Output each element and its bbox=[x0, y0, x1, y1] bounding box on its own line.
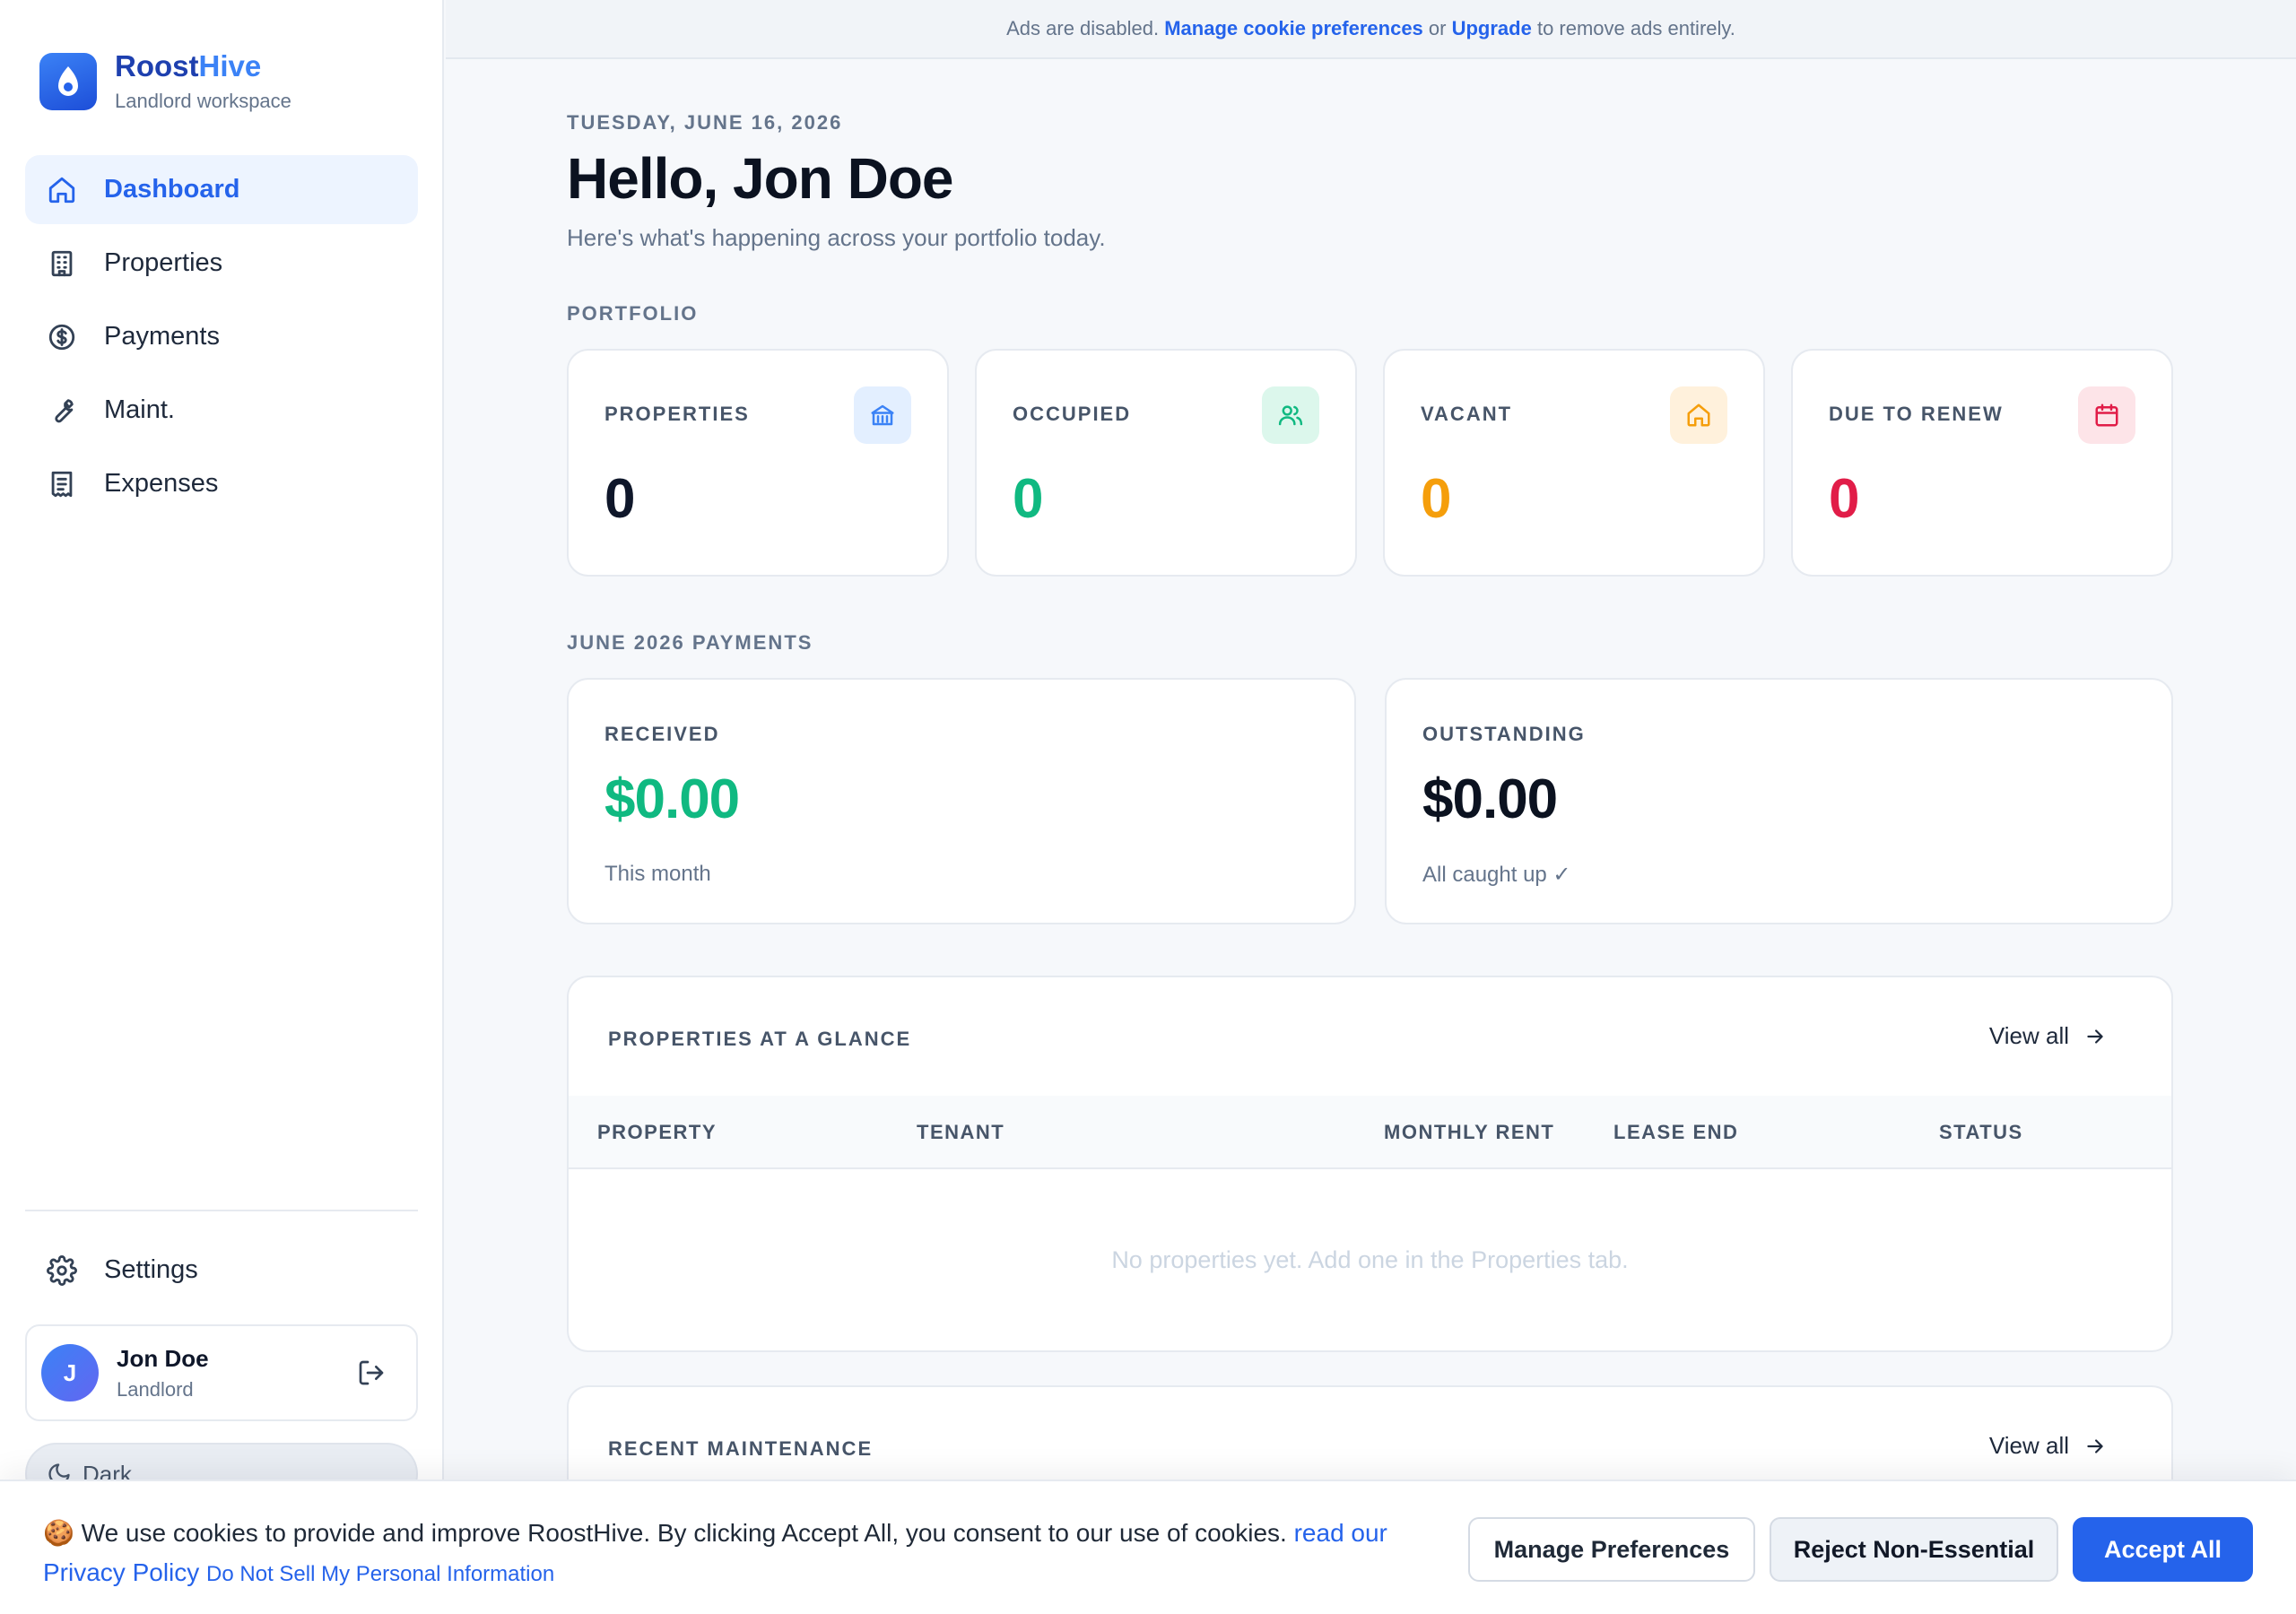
view-all-label: View all bbox=[1988, 1022, 2069, 1049]
user-name: Jon Doe bbox=[117, 1344, 209, 1372]
stat-value: 0 bbox=[604, 468, 636, 530]
sidebar-item-label: Settings bbox=[104, 1255, 198, 1284]
house-icon bbox=[1670, 386, 1727, 444]
view-all-properties-link[interactable]: View all bbox=[1989, 1022, 2107, 1050]
sidebar-item-label: Expenses bbox=[104, 469, 219, 498]
ad-banner-text: Ads are disabled. bbox=[1006, 17, 1165, 39]
stat-label: DUE TO RENEW bbox=[1829, 403, 2004, 425]
bank-icon bbox=[854, 386, 911, 444]
current-date: TUESDAY, JUNE 16, 2026 bbox=[567, 111, 843, 134]
arrow-right-icon bbox=[2087, 1438, 2103, 1453]
logout-icon bbox=[359, 1360, 384, 1385]
sidebar-item-dashboard[interactable]: Dashboard bbox=[25, 155, 418, 224]
sidebar-item-settings[interactable]: Settings bbox=[25, 1236, 418, 1305]
panel-title: PROPERTIES AT A GLANCE bbox=[608, 1028, 912, 1050]
ad-banner: Ads are disabled. Manage cookie preferen… bbox=[446, 0, 2296, 59]
sidebar-item-label: Payments bbox=[104, 322, 220, 351]
sidebar-item-label: Maint. bbox=[104, 395, 175, 424]
sidebar: RoostHive Landlord workspace Dashboard P… bbox=[0, 0, 444, 1614]
empty-state-message: No properties yet. Add one in the Proper… bbox=[1111, 1246, 1629, 1273]
manage-cookie-link[interactable]: Manage cookie preferences bbox=[1164, 17, 1423, 40]
stat-card-properties[interactable]: PROPERTIES 0 bbox=[567, 349, 949, 577]
calendar-icon bbox=[2078, 386, 2135, 444]
payment-value: $0.00 bbox=[604, 768, 740, 830]
avatar: J bbox=[41, 1344, 99, 1401]
sidebar-item-label: Dashboard bbox=[104, 175, 240, 204]
sidebar-item-maintenance[interactable]: Maint. bbox=[25, 376, 418, 445]
cookie-text: 🍪 We use cookies to provide and improve … bbox=[43, 1519, 1294, 1547]
view-all-label: View all bbox=[1988, 1432, 2069, 1459]
payment-note: This month bbox=[604, 862, 711, 886]
building-icon bbox=[51, 250, 73, 276]
panel-title: RECENT MAINTENANCE bbox=[608, 1437, 874, 1460]
sidebar-divider bbox=[25, 1210, 418, 1211]
user-card[interactable]: J Jon Doe Landlord bbox=[25, 1324, 418, 1421]
brand-name: RoostHive bbox=[115, 49, 262, 82]
stat-label: OCCUPIED bbox=[1013, 403, 1132, 425]
upgrade-link[interactable]: Upgrade bbox=[1452, 17, 1532, 40]
receipt-icon bbox=[51, 471, 73, 497]
payment-value: $0.00 bbox=[1422, 768, 1558, 830]
logout-button[interactable] bbox=[353, 1355, 389, 1391]
brand[interactable]: RoostHive Landlord workspace bbox=[39, 49, 291, 113]
properties-panel: PROPERTIES AT A GLANCE View all PROPERTY… bbox=[567, 976, 2173, 1352]
sidebar-item-label: Properties bbox=[104, 248, 223, 277]
dollar-circle-icon bbox=[48, 324, 75, 350]
home-icon bbox=[48, 177, 75, 203]
column-header-status[interactable]: STATUS bbox=[1939, 1121, 2023, 1144]
section-label-portfolio: PORTFOLIO bbox=[567, 302, 699, 325]
sidebar-item-properties[interactable]: Properties bbox=[25, 229, 418, 298]
table-header: PROPERTY TENANT MONTHLY RENT LEASE END S… bbox=[569, 1096, 2171, 1169]
brand-subtitle: Landlord workspace bbox=[115, 90, 291, 113]
stat-card-occupied[interactable]: OCCUPIED 0 bbox=[975, 349, 1357, 577]
stat-label: PROPERTIES bbox=[604, 403, 750, 425]
ad-banner-text: to remove ads entirely. bbox=[1531, 17, 1735, 39]
logo-icon bbox=[39, 53, 97, 111]
users-icon bbox=[1262, 386, 1319, 444]
stat-card-vacant[interactable]: VACANT 0 bbox=[1383, 349, 1765, 577]
reject-non-essential-button[interactable]: Reject Non-Essential bbox=[1770, 1517, 2058, 1582]
payment-note: All caught up ✓ bbox=[1422, 863, 1571, 887]
ad-banner-text: or bbox=[1422, 17, 1452, 39]
cookie-consent-bar: 🍪 We use cookies to provide and improve … bbox=[0, 1480, 2296, 1614]
manage-preferences-button[interactable]: Manage Preferences bbox=[1468, 1517, 1755, 1582]
arrow-right-icon bbox=[2087, 1028, 2103, 1044]
payment-card-received[interactable]: RECEIVED $0.00 This month bbox=[567, 678, 1356, 924]
gear-icon bbox=[47, 1254, 77, 1286]
stat-value: 0 bbox=[1013, 468, 1044, 530]
section-label-payments: JUNE 2026 PAYMENTS bbox=[567, 631, 813, 654]
stat-value: 0 bbox=[1421, 468, 1452, 530]
accept-all-button[interactable]: Accept All bbox=[2073, 1517, 2253, 1582]
payment-card-outstanding[interactable]: OUTSTANDING $0.00 All caught up ✓ bbox=[1385, 678, 2173, 924]
stat-value: 0 bbox=[1829, 468, 1860, 530]
view-all-maintenance-link[interactable]: View all bbox=[1989, 1432, 2107, 1460]
sidebar-item-payments[interactable]: Payments bbox=[25, 302, 418, 371]
sidebar-item-expenses[interactable]: Expenses bbox=[25, 449, 418, 518]
payment-label: RECEIVED bbox=[604, 723, 720, 745]
cookie-message: 🍪 We use cookies to provide and improve … bbox=[43, 1514, 1424, 1594]
payment-label: OUTSTANDING bbox=[1422, 723, 1586, 745]
page-subtitle: Here's what's happening across your port… bbox=[567, 224, 1106, 251]
sidebar-nav: Dashboard Properties Payments Maint. Exp… bbox=[25, 155, 418, 523]
user-role: Landlord bbox=[117, 1377, 194, 1401]
column-header-tenant[interactable]: TENANT bbox=[917, 1121, 1004, 1144]
wrench-icon bbox=[55, 398, 74, 422]
column-header-lease-end[interactable]: LEASE END bbox=[1613, 1121, 1738, 1144]
page-title: Hello, Jon Doe bbox=[567, 146, 953, 211]
do-not-sell-link[interactable]: Do Not Sell My Personal Information bbox=[206, 1562, 554, 1586]
column-header-monthly-rent[interactable]: MONTHLY RENT bbox=[1384, 1121, 1554, 1144]
stat-label: VACANT bbox=[1421, 403, 1513, 425]
stat-card-due-to-renew[interactable]: DUE TO RENEW 0 bbox=[1791, 349, 2173, 577]
column-header-property[interactable]: PROPERTY bbox=[597, 1121, 717, 1144]
